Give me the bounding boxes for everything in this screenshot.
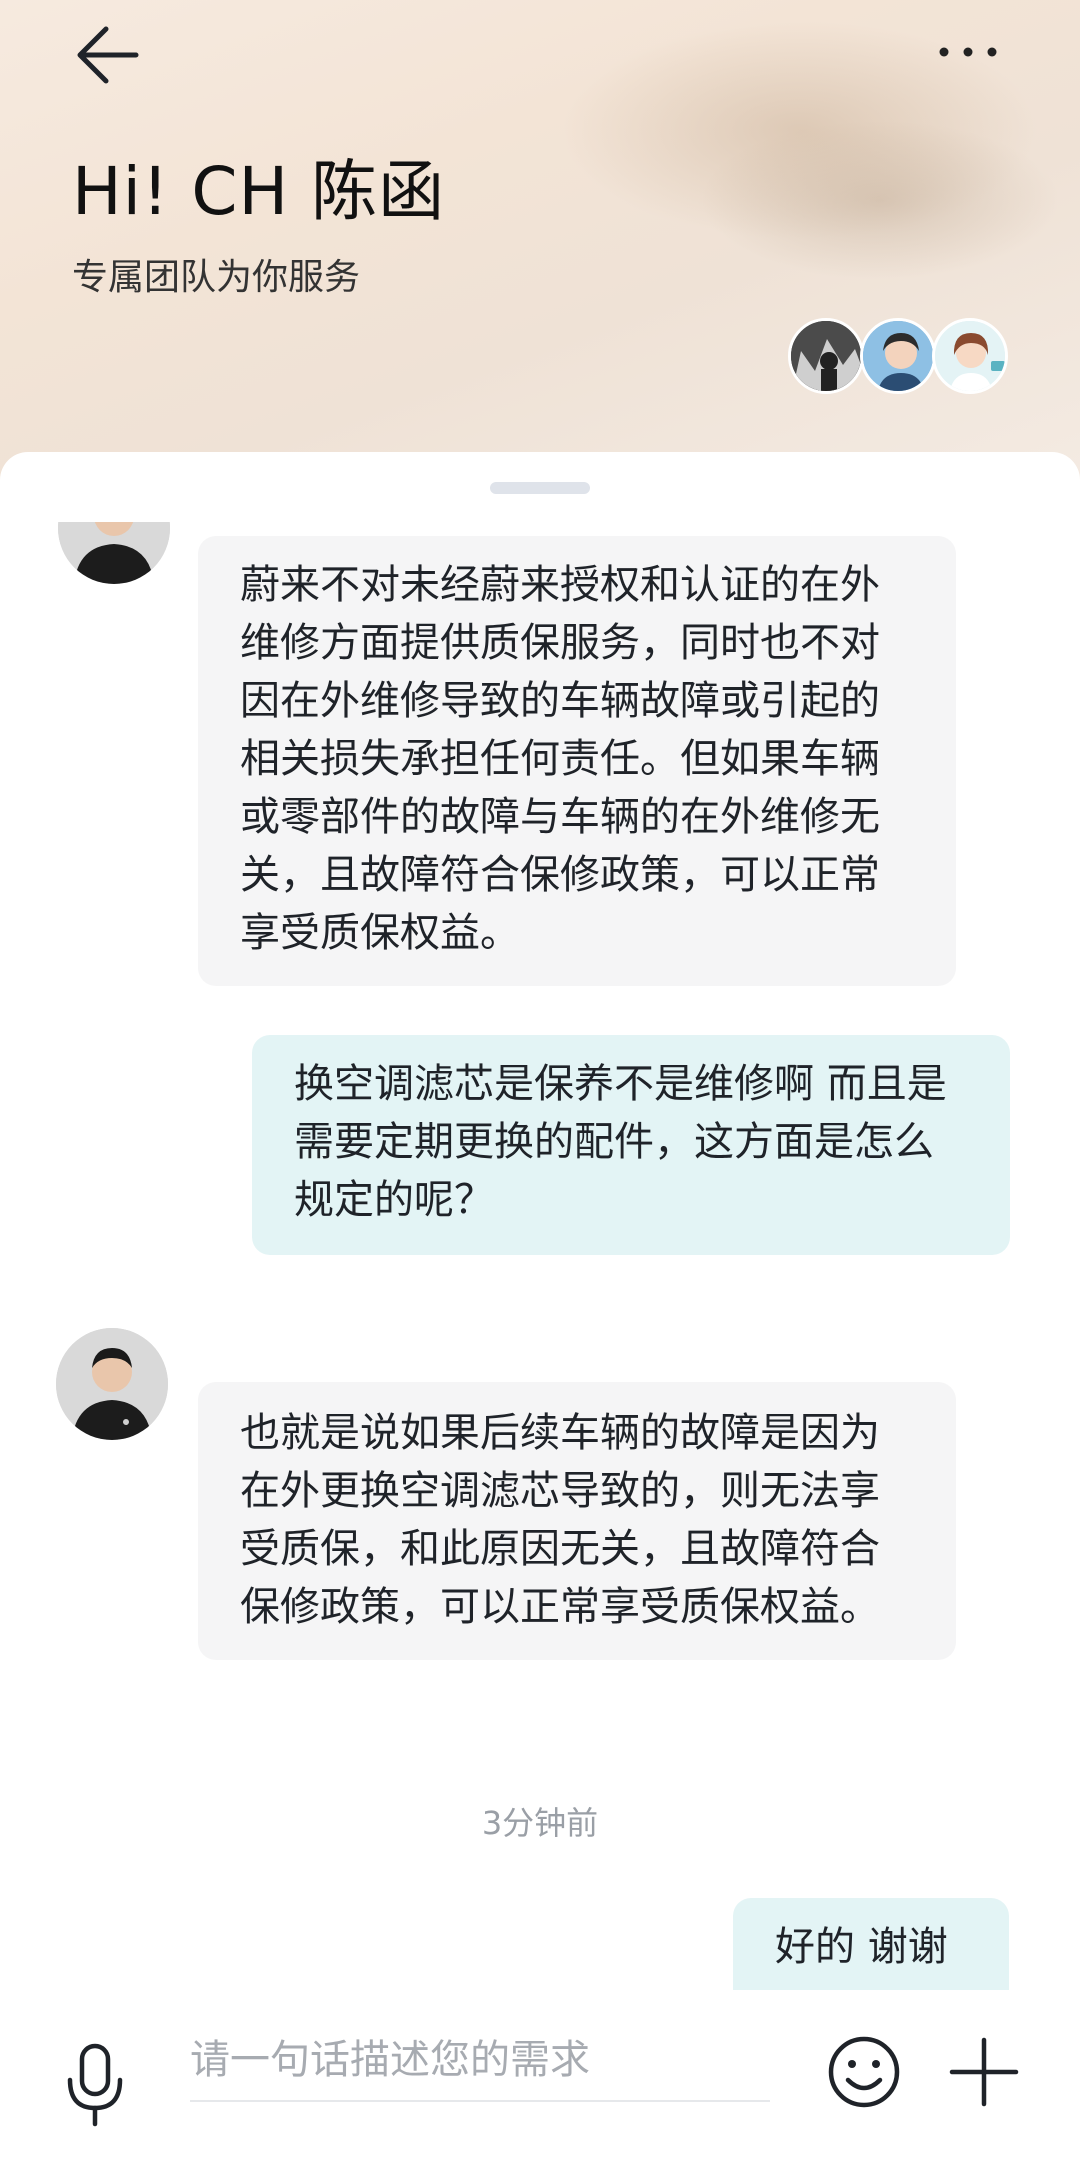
arrow-left-icon [77,26,139,84]
page-title: Hi! CH 陈函 [72,153,446,230]
more-button[interactable] [930,30,1010,70]
back-button[interactable] [70,15,150,95]
message-input[interactable] [190,2020,770,2102]
user-message: 好的 谢谢 [733,1898,1009,1992]
smiley-icon [828,2036,900,2108]
voice-input-button[interactable] [60,2040,130,2130]
microphone-icon [67,2043,123,2127]
chat-sheet: 蔚来不对未经蔚来授权和认证的在外维修方面提供质保服务，同时也不对因在外维修导致的… [0,452,1080,2159]
avatar [860,318,936,394]
agent-avatar [58,522,170,584]
user-message: 换空调滤芯是保养不是维修啊 而且是需要定期更换的配件，这方面是怎么规定的呢？ [252,1035,1010,1255]
service-team-avatars[interactable] [788,318,1018,398]
message-timestamp: 3分钟前 [481,1804,599,1842]
sheet-drag-handle[interactable] [490,482,590,494]
header: Hi! CH 陈函 专属团队为你服务 [0,0,1080,500]
message-list[interactable]: 蔚来不对未经蔚来授权和认证的在外维修方面提供质保服务，同时也不对因在外维修导致的… [0,522,1080,1992]
page-subtitle: 专属团队为你服务 [72,257,361,298]
more-dots-icon [939,47,997,57]
input-bar [0,1990,1080,2159]
agent-message: 也就是说如果后续车辆的故障是因为在外更换空调滤芯导致的，则无法享受质保，和此原因… [198,1382,956,1660]
agent-message: 蔚来不对未经蔚来授权和认证的在外维修方面提供质保服务，同时也不对因在外维修导致的… [198,536,956,986]
avatar [788,318,864,394]
add-attachment-button[interactable] [946,2034,1022,2110]
emoji-button[interactable] [826,2034,902,2110]
header-background-image-detail [700,120,1060,280]
avatar [932,318,1008,394]
agent-avatar [56,1328,168,1440]
plus-icon [949,2037,1019,2107]
